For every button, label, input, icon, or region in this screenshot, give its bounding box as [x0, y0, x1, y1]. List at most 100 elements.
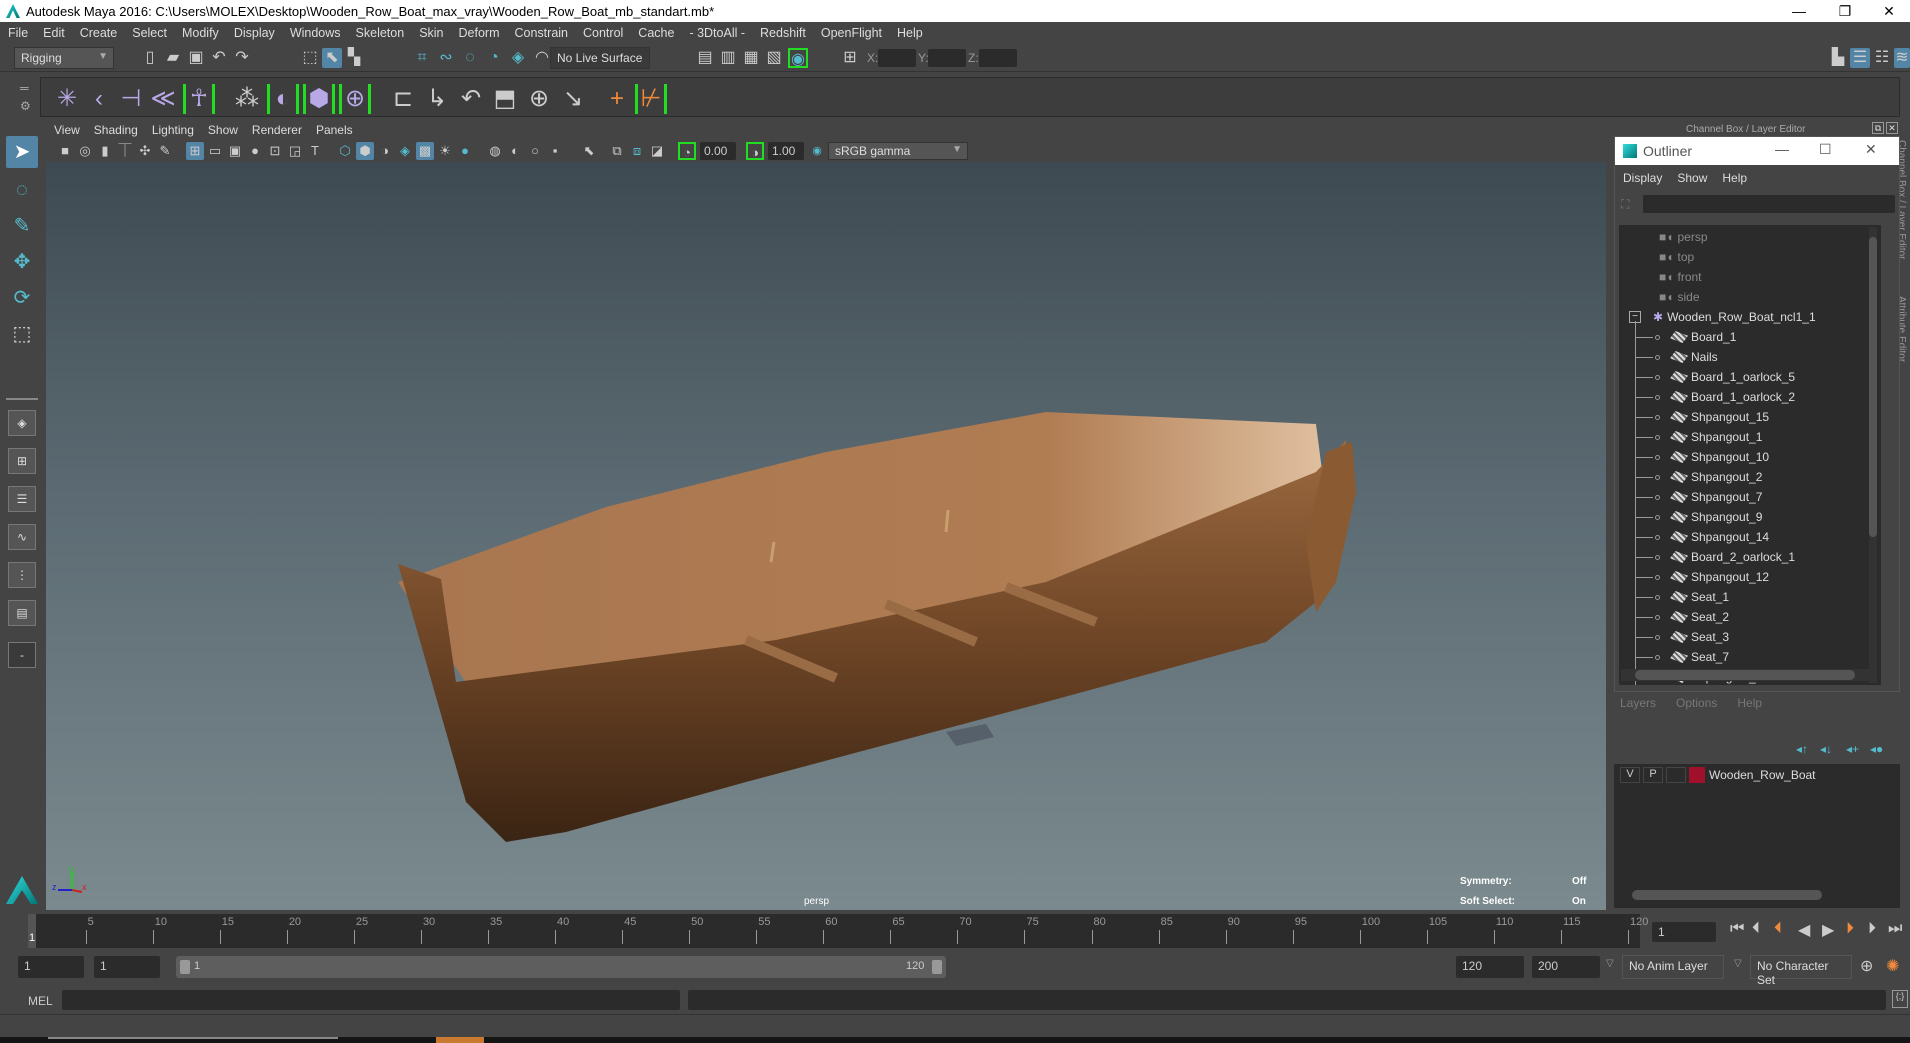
taskbar-item-active[interactable]: [436, 1037, 484, 1043]
layer-display-type-toggle[interactable]: [1666, 767, 1686, 783]
menu-skin[interactable]: Skin: [419, 26, 443, 40]
menu-deform[interactable]: Deform: [459, 26, 500, 40]
snap-view-icon[interactable]: ◔: [484, 48, 504, 68]
outliner-vscrollbar[interactable]: [1869, 227, 1877, 683]
outliner-group-row[interactable]: − ✱ Wooden_Row_Boat_ncl1_1: [1629, 307, 1816, 327]
outliner-hscroll-thumb[interactable]: [1635, 670, 1855, 680]
step-back-key-icon[interactable]: ⏴: [1774, 920, 1782, 938]
menu-edit[interactable]: Edit: [43, 26, 65, 40]
input-mode-icon[interactable]: ⊞: [840, 48, 860, 68]
resolution-gate-icon[interactable]: ▣: [226, 142, 244, 160]
outliner-filter-input[interactable]: [1643, 195, 1895, 213]
point-constraint-icon[interactable]: ↳: [421, 84, 453, 114]
new-layer-from-selection-icon[interactable]: ◂●: [1870, 742, 1883, 756]
persp-graph-hypershade-layout-icon[interactable]: ▤: [8, 600, 36, 626]
range-slider[interactable]: 1 120: [176, 956, 946, 978]
wrap-deformer-icon[interactable]: ◐: [267, 84, 299, 114]
mel-label[interactable]: MEL: [28, 994, 53, 1008]
menu-3dtoall[interactable]: - 3DtoAll -: [689, 26, 745, 40]
outliner-camera-top[interactable]: ■◖ top: [1659, 247, 1694, 267]
character-set-chevron-icon[interactable]: ▽: [1734, 958, 1742, 969]
outliner-item[interactable]: Shpangout_14: [1635, 527, 1769, 547]
humanik-icon[interactable]: ☥: [183, 84, 215, 114]
outliner-maximize-button[interactable]: ☐: [1819, 141, 1832, 158]
outliner-hscrollbar[interactable]: [1621, 669, 1869, 681]
playback-end-field[interactable]: 120: [1456, 956, 1524, 978]
outliner-menu-help[interactable]: Help: [1722, 171, 1747, 185]
create-joints-icon[interactable]: ✳: [51, 84, 83, 114]
layers-menu-help[interactable]: Help: [1737, 696, 1762, 710]
menu-modify[interactable]: Modify: [182, 26, 219, 40]
layer-hscroll-thumb[interactable]: [1632, 890, 1822, 900]
wireframe-on-shaded-icon[interactable]: ◑: [376, 142, 394, 160]
outliner-item[interactable]: Nails: [1635, 347, 1718, 367]
outliner-camera-side[interactable]: ■◖ side: [1659, 287, 1700, 307]
menu-redshift[interactable]: Redshift: [760, 26, 806, 40]
menu-control[interactable]: Control: [583, 26, 623, 40]
xray-joints-icon[interactable]: ⧉: [608, 142, 626, 160]
persp-outliner-layout-icon[interactable]: ☰: [8, 486, 36, 512]
float-panel-icon[interactable]: ⧉: [1872, 122, 1884, 134]
menu-select[interactable]: Select: [132, 26, 167, 40]
outliner-camera-front[interactable]: ■◖ front: [1659, 267, 1702, 287]
vp-menu-view[interactable]: View: [54, 123, 80, 137]
outliner-menu-show[interactable]: Show: [1677, 171, 1707, 185]
gate-mask-icon[interactable]: ●: [246, 142, 264, 160]
layers-menu-options[interactable]: Options: [1676, 696, 1717, 710]
snap-live-icon[interactable]: ◠: [532, 48, 552, 68]
single-perspective-layout-icon[interactable]: ◈: [8, 410, 36, 436]
new-scene-icon[interactable]: ▯: [140, 48, 160, 68]
colorspace-dropdown[interactable]: sRGB gamma ▼: [828, 142, 968, 160]
move-layer-down-icon[interactable]: ◂↓: [1820, 742, 1832, 756]
menu-create[interactable]: Create: [80, 26, 118, 40]
move-tool-icon[interactable]: ✥: [6, 246, 38, 278]
play-forwards-icon[interactable]: ▶: [1822, 920, 1834, 940]
outliner-item[interactable]: Shpangout_7: [1635, 487, 1762, 507]
layer-name[interactable]: Wooden_Row_Boat: [1709, 768, 1816, 782]
2d-pan-zoom-icon[interactable]: ✣: [136, 142, 154, 160]
layer-playback-toggle[interactable]: P: [1643, 767, 1663, 783]
layouts-menu-icon[interactable]: -: [8, 642, 36, 668]
vp-menu-renderer[interactable]: Renderer: [252, 123, 302, 137]
layer-color-swatch[interactable]: [1689, 767, 1705, 783]
select-object-icon[interactable]: ⬉: [322, 48, 342, 68]
grease-pencil-icon[interactable]: ✎: [156, 142, 174, 160]
field-chart-icon[interactable]: ⊡: [266, 142, 284, 160]
outliner-item[interactable]: Shpangout_15: [1635, 407, 1769, 427]
menu-skeleton[interactable]: Skeleton: [356, 26, 405, 40]
boat-model[interactable]: [46, 162, 1606, 910]
lasso-tool-icon[interactable]: ◌: [6, 174, 38, 206]
playback-start-field[interactable]: 1: [94, 956, 160, 978]
vp-menu-lighting[interactable]: Lighting: [152, 123, 194, 137]
exposure-field[interactable]: 0.00: [700, 142, 736, 160]
cluster-icon[interactable]: ⊕: [339, 84, 371, 114]
scale-constraint-icon[interactable]: ⬒: [489, 84, 521, 114]
anim-layer-dropdown[interactable]: No Anim Layer: [1622, 955, 1724, 979]
parent-constraint-icon[interactable]: ⊏: [387, 84, 419, 114]
layer-hscrollbar[interactable]: [1618, 890, 1888, 902]
open-scene-icon[interactable]: ▰: [163, 48, 183, 68]
outliner-menu-display[interactable]: Display: [1623, 171, 1662, 185]
textured-icon[interactable]: ▩: [416, 142, 434, 160]
move-layer-up-icon[interactable]: ◂↑: [1796, 742, 1808, 756]
vp-menu-panels[interactable]: Panels: [316, 123, 353, 137]
y-field[interactable]: [928, 49, 966, 67]
outliner-item[interactable]: Shpangout_10: [1635, 447, 1769, 467]
step-forward-frame-icon[interactable]: ⏵: [1868, 920, 1876, 938]
outliner-item[interactable]: Board_1_oarlock_2: [1635, 387, 1795, 407]
shadows-icon[interactable]: ●: [456, 142, 474, 160]
safe-action-icon[interactable]: ◲: [286, 142, 304, 160]
go-to-start-icon[interactable]: ⏮: [1730, 920, 1744, 938]
bookmark-icon[interactable]: ▮: [96, 142, 114, 160]
vp-menu-show[interactable]: Show: [208, 123, 238, 137]
scale-tool-icon[interactable]: ⬚: [6, 318, 38, 350]
close-panel-icon[interactable]: ✕: [1886, 122, 1898, 134]
script-editor-icon[interactable]: {;}: [1892, 990, 1908, 1008]
locator-icon[interactable]: +: [601, 84, 633, 114]
tool-settings-icon[interactable]: ☷: [1872, 48, 1892, 68]
menu-cache[interactable]: Cache: [638, 26, 674, 40]
depth-of-field-icon[interactable]: ▪: [546, 142, 564, 160]
outliner-item[interactable]: Seat_2: [1635, 607, 1729, 627]
play-backwards-icon[interactable]: ◀: [1798, 920, 1810, 940]
outliner-camera-persp[interactable]: ■◖ persp: [1659, 227, 1708, 247]
